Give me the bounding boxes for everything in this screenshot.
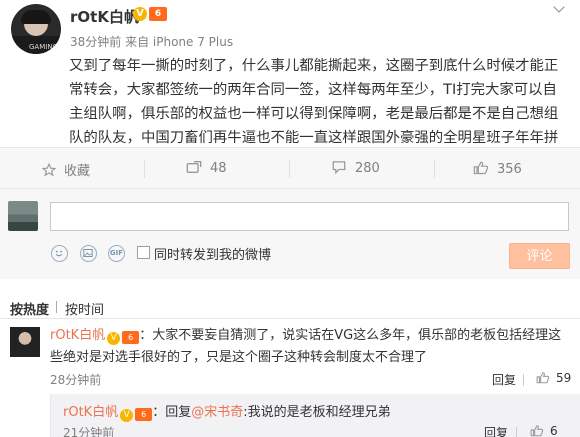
repost-count: 48 bbox=[210, 161, 227, 176]
verified-badge: V bbox=[107, 332, 121, 345]
author-avatar[interactable]: GAMING bbox=[11, 4, 61, 54]
action-divider bbox=[289, 160, 290, 178]
verified-badge: V bbox=[133, 7, 147, 21]
star-icon bbox=[42, 163, 56, 177]
image-icon[interactable] bbox=[80, 245, 97, 262]
sort-by-time-tab[interactable]: 按时间 bbox=[65, 299, 104, 318]
author-name[interactable]: rOtK白帆 bbox=[70, 6, 139, 27]
gif-icon[interactable]: GIF bbox=[108, 245, 125, 262]
reply-reply-button[interactable]: 回复 bbox=[484, 424, 508, 437]
reply-prefix: ：回复 bbox=[152, 405, 192, 420]
comment-icon bbox=[332, 161, 346, 174]
avatar-logo: GAMING bbox=[29, 43, 58, 51]
commenter-avatar[interactable] bbox=[10, 327, 40, 357]
reply-text: rOtK白帆 V 6 ：回复@宋书奇:我说的是老板和经理兄弟 bbox=[63, 401, 391, 422]
reply-item: rOtK白帆 V 6 ：回复@宋书奇:我说的是老板和经理兄弟 21分钟前 回复 6 bbox=[50, 394, 580, 437]
comment-input[interactable] bbox=[50, 202, 569, 231]
my-avatar[interactable] bbox=[8, 201, 38, 231]
chevron-down-icon[interactable] bbox=[552, 3, 568, 13]
emoji-icon[interactable] bbox=[51, 245, 68, 262]
commenter-name[interactable]: rOtK白帆 bbox=[50, 328, 105, 343]
verified-badge: V bbox=[120, 409, 134, 422]
repost-checkbox-label[interactable]: 同时转发到我的微博 bbox=[154, 244, 271, 263]
avatar-hair bbox=[21, 10, 51, 24]
action-divider bbox=[434, 160, 435, 178]
action-bar: 收藏 48 280 356 bbox=[0, 147, 580, 189]
comment-button[interactable]: 280 bbox=[331, 160, 380, 178]
comment-like-button[interactable]: 59 bbox=[536, 371, 571, 385]
level-badge: 6 bbox=[122, 331, 140, 344]
comment-composer: GIF 同时转发到我的微博 评论 bbox=[0, 189, 580, 279]
reply-body: :我说的是老板和经理兄弟 bbox=[243, 405, 391, 420]
sort-divider bbox=[56, 301, 57, 313]
reply-mention-link[interactable]: @宋书奇 bbox=[191, 405, 243, 420]
reply-action-divider bbox=[516, 427, 517, 437]
favorite-button[interactable]: 收藏 bbox=[42, 160, 91, 179]
like-count: 356 bbox=[497, 162, 522, 177]
comment-time: 28分钟前 bbox=[50, 373, 102, 387]
comment-count: 280 bbox=[355, 161, 380, 176]
reply-like-count: 6 bbox=[550, 424, 558, 437]
repost-button[interactable]: 48 bbox=[186, 160, 227, 178]
reply-like-button[interactable]: 6 bbox=[530, 424, 558, 437]
level-badge: 6 bbox=[149, 7, 167, 21]
action-divider bbox=[144, 160, 145, 178]
reply-time: 21分钟前 bbox=[63, 426, 115, 437]
level-badge: 6 bbox=[135, 408, 153, 421]
sort-bar: 按热度 按时间 bbox=[0, 279, 580, 319]
comment-like-count: 59 bbox=[556, 371, 572, 385]
comment-text: rOtK白帆 V 6 ：大家不要妄自猜测了，说实话在VG这么多年，俱乐部的老板包括经理… bbox=[50, 325, 572, 369]
favorite-label: 收藏 bbox=[64, 164, 91, 179]
sort-by-hot-tab[interactable]: 按热度 bbox=[10, 299, 49, 318]
reply-author-name[interactable]: rOtK白帆 bbox=[63, 405, 118, 420]
like-button[interactable]: 356 bbox=[473, 160, 522, 178]
share-icon bbox=[186, 161, 202, 173]
thumbs-up-icon bbox=[536, 372, 550, 384]
post-meta: 38分钟前 来自 iPhone 7 Plus bbox=[70, 35, 234, 49]
repost-checkbox[interactable] bbox=[137, 246, 150, 259]
comment-action-divider bbox=[523, 374, 524, 386]
submit-comment-button[interactable]: 评论 bbox=[509, 243, 570, 269]
thumbs-up-icon bbox=[530, 425, 544, 437]
comment-reply-button[interactable]: 回复 bbox=[492, 371, 516, 388]
thumbs-up-icon bbox=[473, 161, 489, 175]
